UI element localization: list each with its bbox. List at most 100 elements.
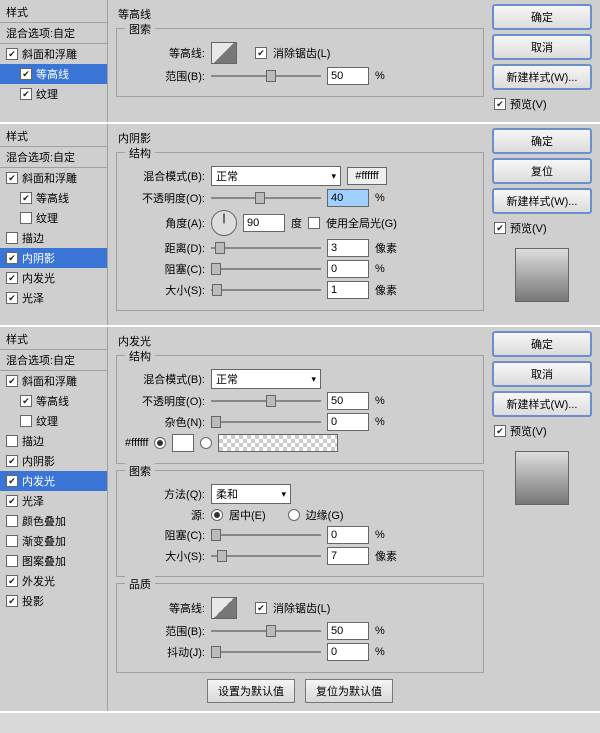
blend-options[interactable]: 混合选项:自定 (0, 147, 107, 168)
choke-slider[interactable] (211, 528, 321, 542)
style-checkbox[interactable] (6, 375, 18, 387)
style-item[interactable]: 投影 (0, 591, 107, 611)
choke-input[interactable] (327, 526, 369, 544)
style-item[interactable]: 纹理 (0, 208, 107, 228)
opacity-slider[interactable] (211, 191, 321, 205)
style-item[interactable]: 光泽 (0, 491, 107, 511)
opacity-slider[interactable] (211, 394, 321, 408)
jitter-input[interactable] (327, 643, 369, 661)
style-item[interactable]: 描边 (0, 228, 107, 248)
opacity-input[interactable] (327, 189, 369, 207)
angle-dial[interactable] (211, 210, 237, 236)
source-edge-radio[interactable] (288, 509, 300, 521)
noise-slider[interactable] (211, 415, 321, 429)
contour-swatch[interactable] (211, 597, 237, 619)
choke-slider[interactable] (211, 262, 321, 276)
color-radio[interactable] (154, 437, 166, 449)
style-item[interactable]: 斜面和浮雕 (0, 168, 107, 188)
style-checkbox[interactable] (6, 475, 18, 487)
style-checkbox[interactable] (20, 395, 32, 407)
style-checkbox[interactable] (6, 595, 18, 607)
style-checkbox[interactable] (6, 292, 18, 304)
distance-slider[interactable] (211, 241, 321, 255)
style-checkbox[interactable] (6, 535, 18, 547)
style-checkbox[interactable] (6, 515, 18, 527)
opacity-input[interactable] (327, 392, 369, 410)
ok-button[interactable]: 确定 (492, 4, 592, 30)
style-checkbox[interactable] (20, 192, 32, 204)
range-input[interactable] (327, 67, 369, 85)
range-slider[interactable] (211, 624, 321, 638)
gradient-swatch[interactable] (218, 434, 338, 452)
preview-checkbox[interactable] (494, 222, 506, 234)
style-item[interactable]: 内发光 (0, 268, 107, 288)
style-item[interactable]: 内阴影 (0, 451, 107, 471)
noise-input[interactable] (327, 413, 369, 431)
blend-mode-select[interactable]: 正常▾ (211, 369, 321, 389)
style-checkbox[interactable] (6, 495, 18, 507)
size-input[interactable] (327, 281, 369, 299)
range-slider[interactable] (211, 69, 321, 83)
style-item[interactable]: 描边 (0, 431, 107, 451)
style-checkbox[interactable] (6, 232, 18, 244)
blend-mode-select[interactable]: 正常▾ (211, 166, 341, 186)
choke-input[interactable] (327, 260, 369, 278)
style-item[interactable]: 纹理 (0, 411, 107, 431)
cancel-button[interactable]: 取消 (492, 34, 592, 60)
style-checkbox[interactable] (6, 575, 18, 587)
new-style-button[interactable]: 新建样式(W)... (492, 391, 592, 417)
source-center-radio[interactable] (211, 509, 223, 521)
style-checkbox[interactable] (6, 172, 18, 184)
size-slider[interactable] (211, 549, 321, 563)
reset-default-button[interactable]: 复位为默认值 (305, 679, 393, 703)
blend-options[interactable]: 混合选项:自定 (0, 350, 107, 371)
style-item[interactable]: 外发光 (0, 571, 107, 591)
size-input[interactable] (327, 547, 369, 565)
style-checkbox[interactable] (20, 212, 32, 224)
new-style-button[interactable]: 新建样式(W)... (492, 188, 592, 214)
distance-input[interactable] (327, 239, 369, 257)
style-item[interactable]: 等高线 (0, 64, 107, 84)
range-input[interactable] (327, 622, 369, 640)
style-item[interactable]: 颜色叠加 (0, 511, 107, 531)
style-checkbox[interactable] (20, 68, 32, 80)
style-item[interactable]: 渐变叠加 (0, 531, 107, 551)
color-swatch[interactable] (172, 434, 194, 452)
reset-button[interactable]: 复位 (492, 158, 592, 184)
preview-checkbox[interactable] (494, 425, 506, 437)
global-light-checkbox[interactable] (308, 217, 320, 229)
preview-checkbox[interactable] (494, 98, 506, 110)
set-default-button[interactable]: 设置为默认值 (207, 679, 295, 703)
antialias-checkbox[interactable] (255, 602, 267, 614)
style-item[interactable]: 等高线 (0, 391, 107, 411)
style-checkbox[interactable] (6, 435, 18, 447)
style-item[interactable]: 纹理 (0, 84, 107, 104)
antialias-checkbox[interactable] (255, 47, 267, 59)
blend-options[interactable]: 混合选项:自定 (0, 23, 107, 44)
contour-swatch[interactable] (211, 42, 237, 64)
cancel-button[interactable]: 取消 (492, 361, 592, 387)
style-item[interactable]: 内阴影 (0, 248, 107, 268)
ok-button[interactable]: 确定 (492, 128, 592, 154)
style-checkbox[interactable] (6, 272, 18, 284)
angle-input[interactable] (243, 214, 285, 232)
style-item[interactable]: 内发光 (0, 471, 107, 491)
method-select[interactable]: 柔和▾ (211, 484, 291, 504)
style-checkbox[interactable] (20, 88, 32, 100)
style-item[interactable]: 等高线 (0, 188, 107, 208)
style-item[interactable]: 斜面和浮雕 (0, 371, 107, 391)
style-item[interactable]: 斜面和浮雕 (0, 44, 107, 64)
style-checkbox[interactable] (6, 48, 18, 60)
jitter-slider[interactable] (211, 645, 321, 659)
size-slider[interactable] (211, 283, 321, 297)
style-item[interactable]: 图案叠加 (0, 551, 107, 571)
style-checkbox[interactable] (20, 415, 32, 427)
style-checkbox[interactable] (6, 252, 18, 264)
gradient-radio[interactable] (200, 437, 212, 449)
new-style-button[interactable]: 新建样式(W)... (492, 64, 592, 90)
style-checkbox[interactable] (6, 555, 18, 567)
color-swatch-button[interactable]: #ffffff (347, 167, 387, 185)
style-checkbox[interactable] (6, 455, 18, 467)
ok-button[interactable]: 确定 (492, 331, 592, 357)
style-item[interactable]: 光泽 (0, 288, 107, 308)
